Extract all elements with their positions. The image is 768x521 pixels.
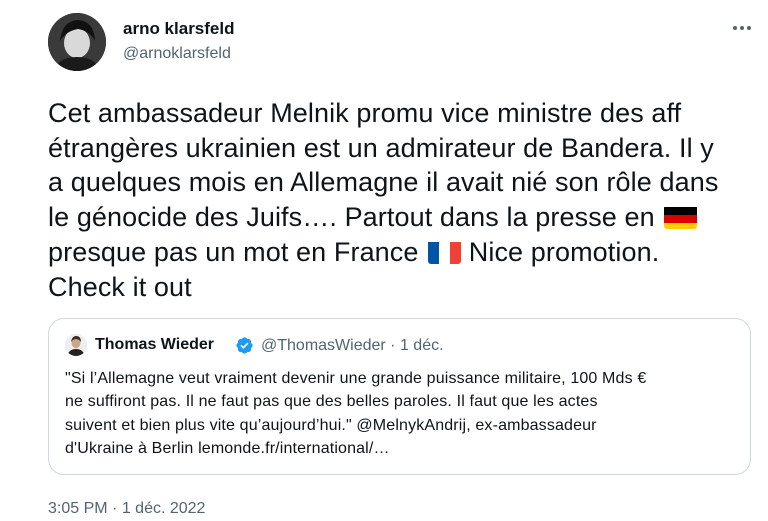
tweet-line-4: le génocide des Juifs…. Partout dans la … — [48, 200, 748, 235]
timestamp-separator: · — [112, 500, 118, 517]
quoted-tweet-text: "Si l’Allemagne veut vraiment devenir un… — [65, 367, 745, 461]
author-handle[interactable]: @arnoklarsfeld — [123, 45, 231, 63]
quoted-author-name: Thomas Wieder — [95, 336, 214, 353]
tweet-line: Nice promotion. — [468, 236, 660, 267]
quoted-author-avatar — [65, 334, 87, 356]
quote-line: d'Ukraine à Berlin lemonde.fr/internatio… — [65, 440, 390, 458]
quoted-author-meta: @ThomasWieder · 1 déc. — [261, 337, 444, 355]
tweet-line: presque pas un mot en France — [48, 236, 419, 267]
tweet-line: le génocide des Juifs…. Partout dans la … — [48, 202, 655, 233]
quote-line: "Si l’Allemagne veut vraiment devenir un… — [65, 370, 647, 387]
more-options-icon[interactable] — [730, 16, 754, 40]
tweet-text: Cet ambassadeur Melnik promu vice minist… — [48, 96, 748, 304]
tweet-time: 3:05 PM — [48, 500, 108, 517]
tweet-line: a quelques mois en Allemagne il avait ni… — [48, 167, 719, 198]
tweet-timestamp[interactable]: 3:05 PM · 1 déc. 2022 — [48, 500, 205, 518]
quote-line: ne suffiront pas. Il ne faut pas que des… — [65, 393, 598, 411]
tweet-date: 1 déc. 2022 — [121, 500, 206, 517]
author-avatar[interactable] — [48, 13, 106, 71]
tweet-line: étrangères ukrainien est un admirateur d… — [48, 132, 714, 163]
france-flag-icon — [428, 240, 462, 264]
quoted-tweet-card[interactable]: Thomas Wieder @ThomasWieder · 1 déc. "Si… — [48, 318, 751, 475]
author-name[interactable]: arno klarsfeld — [123, 19, 235, 39]
germany-flag-icon — [664, 205, 698, 230]
meta-separator: · — [390, 337, 396, 354]
tweet-line: Cet ambassadeur Melnik promu vice minist… — [48, 98, 682, 128]
tweet-line-5: presque pas un mot en France Nice promot… — [48, 235, 748, 270]
quoted-author-handle: @ThomasWieder — [261, 337, 386, 354]
tweet-line: Check it out — [48, 271, 192, 302]
quote-line: suivent et bien plus vite qu’aujourd’hui… — [65, 416, 597, 434]
quoted-tweet-date: 1 déc. — [399, 337, 444, 354]
verified-badge-icon — [235, 336, 254, 355]
